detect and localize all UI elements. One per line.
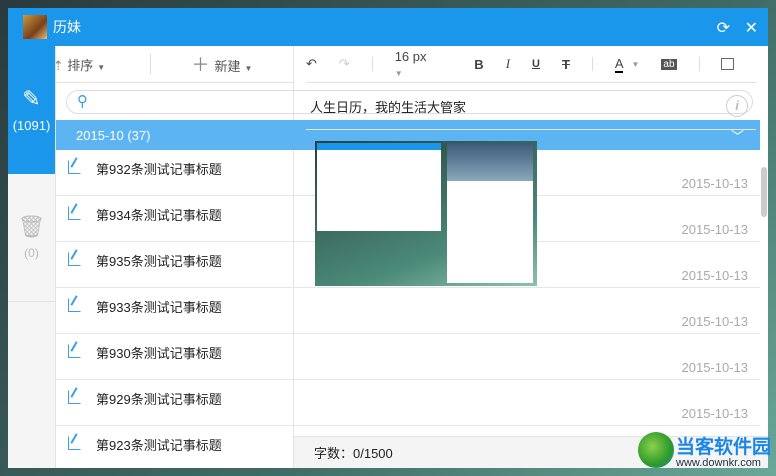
underline-icon[interactable]: U: [532, 58, 540, 70]
trash-icon: 🗑: [17, 214, 46, 239]
chevron-down-icon: ▼: [97, 62, 106, 72]
note-edit-icon: [68, 390, 81, 404]
embedded-screenshot-image[interactable]: [315, 141, 537, 286]
format-toolbar: ↶ ↷ 16 px ▼ B I U T A ▼ ab: [306, 46, 756, 83]
sort-label: 排序: [67, 57, 94, 73]
divider: [698, 57, 700, 71]
rail-trash[interactable]: 🗑 (0): [8, 174, 55, 302]
note-item-title: 第929条测试记事标题: [96, 392, 222, 407]
font-size-select[interactable]: 16 px ▼: [395, 49, 453, 79]
note-item-title: 第935条测试记事标题: [96, 254, 222, 269]
chevron-down-icon[interactable]: ▼: [631, 60, 639, 69]
note-title: 人生日历，我的生活大管家: [310, 99, 467, 115]
image-icon[interactable]: [721, 58, 734, 70]
title-bar: 历妹 ⟳ ✕: [8, 8, 768, 46]
new-button[interactable]: ＋ 新建 ▼: [151, 51, 293, 77]
search-icon: ⚲: [77, 93, 88, 110]
word-count: 字数：0/1500: [314, 446, 393, 461]
watermark: 当客软件园 www.downkr.com: [636, 428, 776, 476]
watermark-logo-icon: [638, 432, 674, 468]
pencil-icon: ✎: [22, 86, 41, 111]
note-edit-icon: [68, 436, 81, 450]
category-rail: ✎ (1091) 🗑 (0): [8, 46, 56, 468]
note-title-input[interactable]: 人生日历，我的生活大管家 i: [306, 83, 756, 130]
bold-icon[interactable]: B: [474, 57, 483, 72]
undo-icon[interactable]: ↶: [306, 56, 317, 72]
note-edit-icon: [68, 206, 81, 220]
avatar[interactable]: [23, 15, 47, 39]
new-label: 新建: [214, 59, 241, 74]
info-icon[interactable]: i: [726, 95, 748, 117]
chevron-down-icon: ▼: [244, 64, 253, 73]
note-item-title: 第930条测试记事标题: [96, 346, 222, 361]
watermark-name: 当客软件园: [676, 437, 772, 458]
italic-icon[interactable]: I: [506, 56, 510, 72]
rail-notes[interactable]: ✎ (1091): [8, 46, 55, 174]
refresh-icon[interactable]: ⟳: [717, 18, 730, 38]
app-window: 历妹 ⟳ ✕ ⇡ 排序 ▼ ＋ 新建 ▼ ✎ (1091) 🗑 (0) ⚲ 2015…: [8, 8, 768, 468]
notes-count: (1091): [12, 118, 51, 133]
watermark-url: www.downkr.com: [676, 457, 761, 469]
divider: [371, 57, 373, 71]
trash-count: (0): [24, 246, 39, 260]
note-item-title: 第933条测试记事标题: [96, 300, 222, 315]
note-edit-icon: [68, 160, 81, 174]
editor-panel: ↶ ↷ 16 px ▼ B I U T A ▼ ab 人生日历，我的生活大管家 …: [294, 46, 768, 468]
close-icon[interactable]: ✕: [745, 18, 758, 38]
window-title: 历妹: [53, 19, 81, 35]
highlight-icon[interactable]: ab: [661, 58, 677, 70]
note-item-title: 第934条测试记事标题: [96, 208, 222, 223]
font-color-icon[interactable]: A: [614, 56, 624, 73]
note-edit-icon: [68, 298, 81, 312]
redo-icon[interactable]: ↷: [339, 56, 350, 72]
divider: [591, 57, 593, 71]
group-label: 2015-10 (37): [76, 127, 151, 143]
note-edit-icon: [68, 252, 81, 266]
note-item-title: 第932条测试记事标题: [96, 162, 222, 177]
plus-icon: ＋: [191, 55, 215, 75]
note-edit-icon: [68, 344, 81, 358]
strikethrough-icon[interactable]: T: [562, 57, 570, 72]
font-size-value: 16 px: [394, 49, 427, 64]
note-item-title: 第923条测试记事标题: [96, 438, 222, 453]
